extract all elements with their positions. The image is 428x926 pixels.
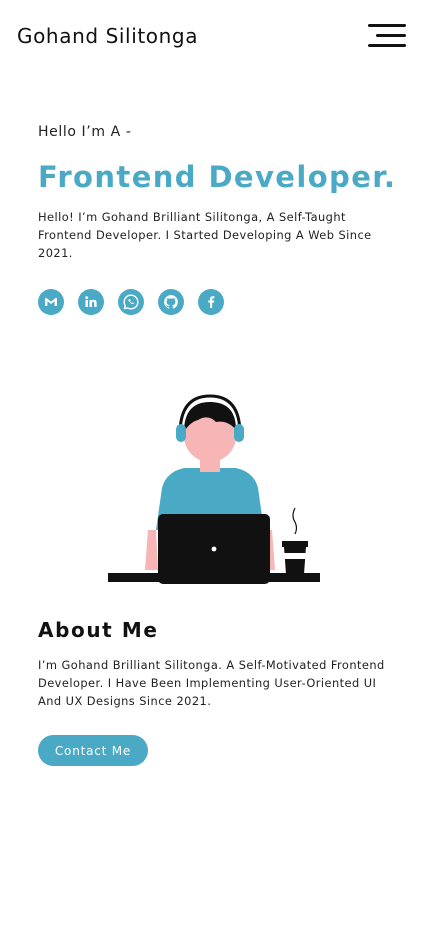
- linkedin-icon[interactable]: [78, 289, 104, 315]
- about-title: About Me: [38, 618, 159, 642]
- hero-greeting: Hello I’m A -: [38, 124, 132, 140]
- site-header: Gohand Silitonga: [0, 0, 428, 74]
- menu-line: [368, 44, 406, 47]
- menu-line: [368, 24, 406, 27]
- whatsapp-icon[interactable]: [118, 289, 144, 315]
- hamburger-menu-icon[interactable]: [366, 24, 406, 50]
- hero-role-title: Frontend Developer.: [38, 160, 397, 194]
- hero-section: Hello I’m A - Frontend Developer. Hello!…: [38, 124, 398, 262]
- contact-me-button[interactable]: Contact Me: [38, 735, 148, 766]
- brand-name[interactable]: Gohand Silitonga: [17, 24, 198, 48]
- facebook-icon[interactable]: [198, 289, 224, 315]
- about-text: I’m Gohand Brilliant Silitonga. A Self-M…: [38, 658, 385, 708]
- hero-intro-text: Hello! I’m Gohand Brilliant Silitonga, A…: [38, 210, 372, 260]
- menu-line: [376, 34, 406, 37]
- about-section: About Me I’m Gohand Brilliant Silitonga.…: [38, 618, 394, 710]
- gmail-icon[interactable]: [38, 289, 64, 315]
- github-icon[interactable]: [158, 289, 184, 315]
- social-links: [38, 289, 224, 315]
- developer-at-laptop-illustration: [104, 390, 324, 590]
